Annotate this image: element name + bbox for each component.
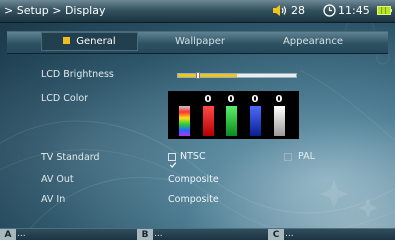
volume-level: 28 [291,4,305,17]
green-color-bar[interactable] [226,106,237,136]
green-value: 0 [227,94,235,105]
tab-bar: General Wallpaper Appearance [0,31,395,54]
softkey-a[interactable]: A ... [0,229,130,240]
av-in-value[interactable]: Composite [168,194,219,205]
softkey-a-key: A [0,229,16,240]
clock-time: 11:45 [338,4,370,17]
lcd-brightness-fill [178,74,237,77]
tab-wallpaper[interactable]: Wallpaper [170,31,230,52]
ntsc-label[interactable]: NTSC [180,151,206,162]
tab-appearance[interactable]: Appearance [278,31,348,52]
tab-general[interactable]: General [41,32,138,51]
av-out-value[interactable]: Composite [168,174,219,185]
softkey-c-key: C [268,229,284,240]
av-in-label: AV In [41,194,66,205]
volume-icon [273,5,287,16]
battery-icon [377,6,392,15]
pal-label[interactable]: PAL [298,151,315,162]
red-value: 0 [204,94,212,105]
red-color-bar[interactable] [203,106,214,136]
spectrum-color-bar[interactable] [179,106,190,136]
lcd-color-panel: 0 0 0 0 [168,91,299,139]
breadcrumb: > Setup > Display [4,4,106,17]
clock-icon [323,4,336,17]
blue-value: 0 [251,94,259,105]
softkey-c-label: ... [285,229,294,239]
checkmark-icon [169,162,177,168]
softkey-c[interactable]: C ... [268,229,393,240]
blue-color-bar[interactable] [250,106,261,136]
softkey-b-key: B [137,229,153,240]
lcd-color-label: LCD Color [41,93,89,104]
softkey-a-label: ... [17,229,26,239]
tv-standard-label: TV Standard [41,152,100,163]
pal-checkbox[interactable] [284,153,292,161]
lcd-brightness-thumb[interactable] [196,72,200,79]
lcd-brightness-slider[interactable] [177,72,297,79]
white-value: 0 [275,94,283,105]
lcd-brightness-label: LCD Brightness [41,69,114,80]
ntsc-checkbox[interactable] [168,153,177,168]
selected-tab-marker-icon [63,37,71,44]
screen: > Setup > Display 28 11:45 General Wallp… [0,0,395,240]
softkey-b[interactable]: B ... [137,229,262,240]
av-out-label: AV Out [41,174,74,185]
softkey-bar: A ... B ... C ... [0,228,395,240]
status-bar: > Setup > Display 28 11:45 [0,0,395,23]
white-color-bar[interactable] [274,106,285,136]
softkey-b-label: ... [154,229,163,239]
tab-general-label: General [76,36,116,47]
